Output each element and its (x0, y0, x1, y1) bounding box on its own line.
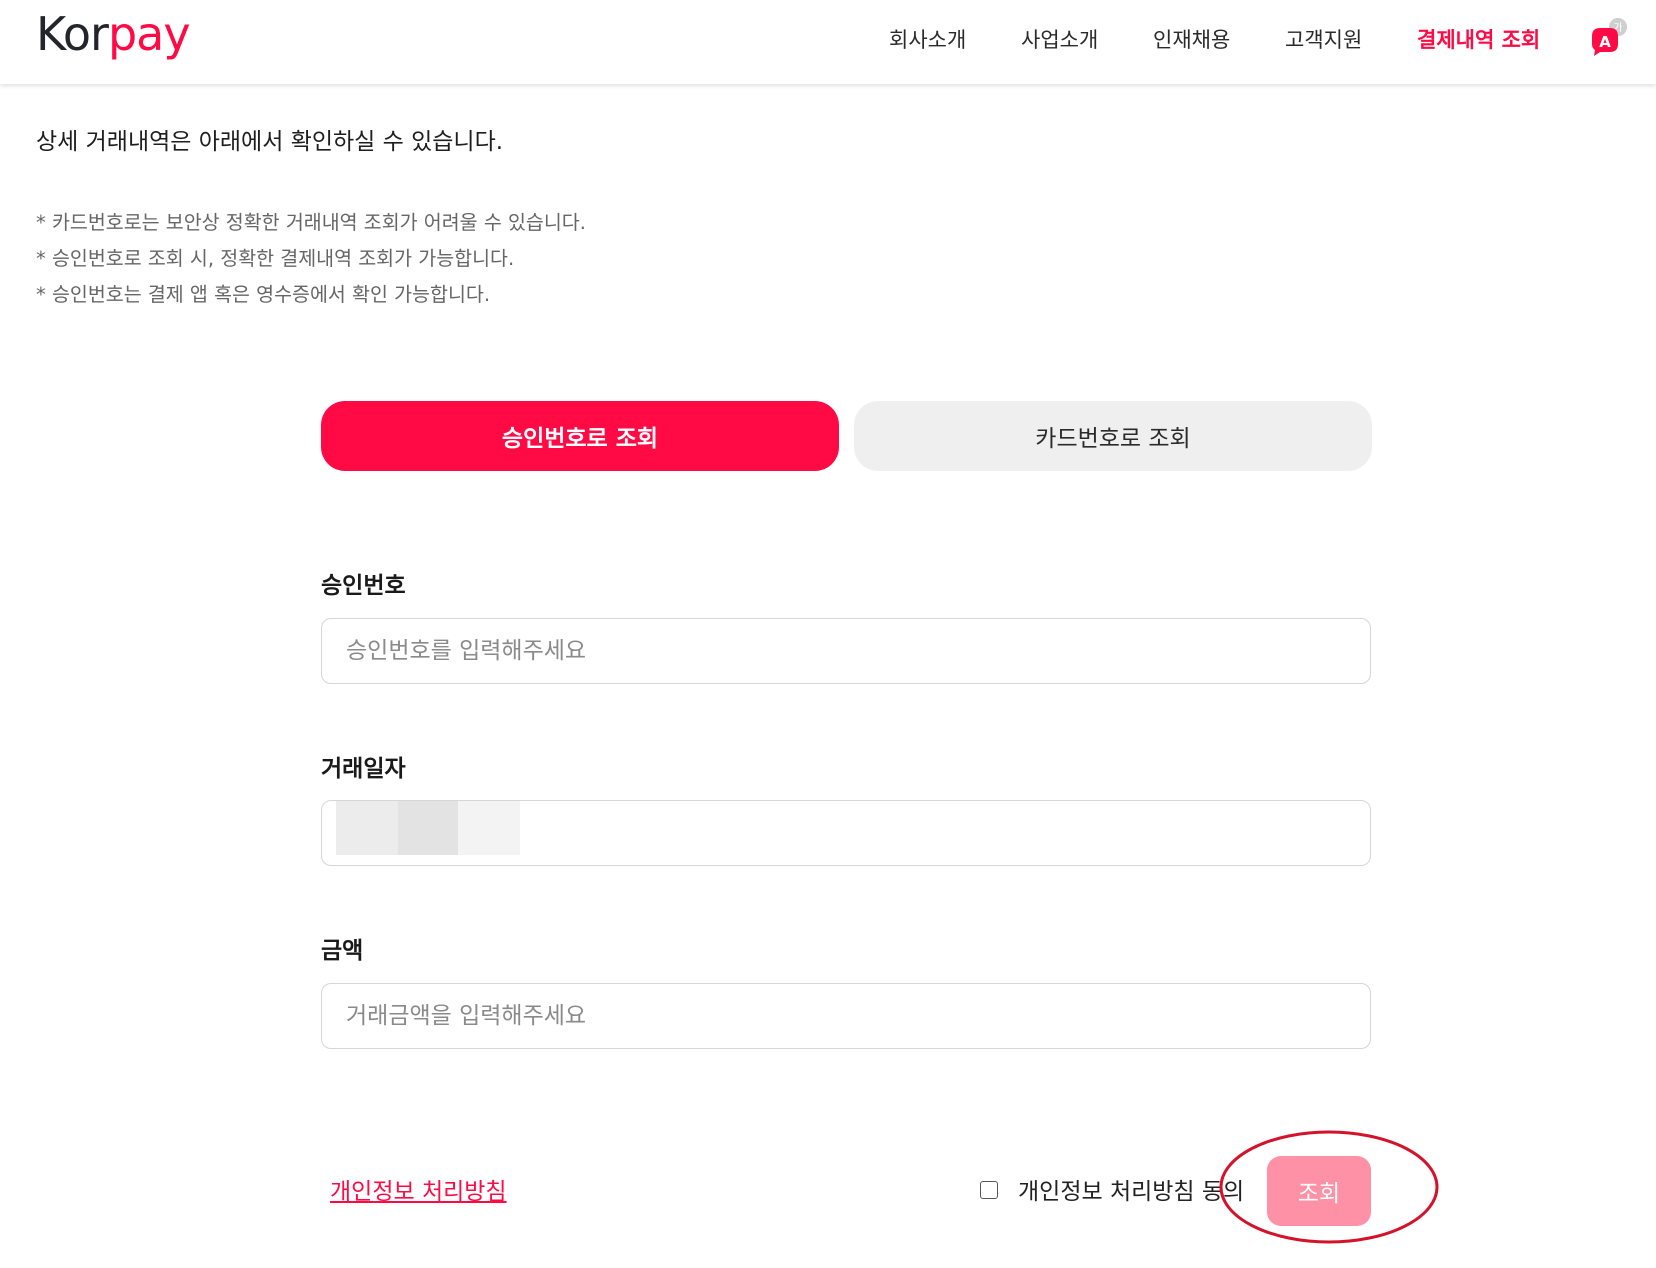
approval-number-label: 승인번호 (321, 573, 406, 599)
privacy-policy-link[interactable]: 개인정보 처리방침 (330, 1172, 507, 1206)
transaction-date-input[interactable] (321, 800, 1371, 866)
note-approval-lookup: * 승인번호로 조회 시, 정확한 결제내역 조회가 가능합니다. (36, 247, 515, 270)
tab-card-number[interactable]: 카드번호로 조회 (854, 401, 1372, 471)
nav-support[interactable]: 고객지원 (1285, 26, 1362, 54)
blur-segment (398, 801, 458, 855)
note-approval-source: * 승인번호는 결제 앱 혹은 영수증에서 확인 가능합니다. (36, 283, 491, 306)
translate-glyph: A (1599, 33, 1611, 51)
korpay-logo[interactable]: Korpay (36, 6, 191, 62)
nav-business[interactable]: 사업소개 (1021, 26, 1098, 54)
transaction-date-label: 거래일자 (321, 756, 406, 782)
privacy-agree-checkbox[interactable] (980, 1181, 998, 1199)
approval-number-input[interactable] (321, 618, 1371, 684)
nav-company[interactable]: 회사소개 (889, 26, 966, 54)
nav-payment-history[interactable]: 결제내역 조회 (1417, 26, 1540, 54)
transaction-date-value-blurred (336, 801, 542, 855)
intro-text: 상세 거래내역은 아래에서 확인하실 수 있습니다. (36, 129, 504, 155)
translate-icon[interactable]: 가 A (1588, 16, 1632, 58)
blur-segment (458, 801, 520, 855)
nav-careers[interactable]: 인재채용 (1153, 26, 1230, 54)
logo-text-kor: Kor (36, 7, 109, 61)
site-header: Korpay 회사소개 사업소개 인재채용 고객지원 결제내역 조회 가 A (0, 0, 1656, 84)
tab-approval-number[interactable]: 승인번호로 조회 (321, 401, 839, 471)
note-card-number: * 카드번호로는 보안상 정확한 거래내역 조회가 어려울 수 있습니다. (36, 211, 586, 234)
submit-button[interactable]: 조회 (1267, 1156, 1371, 1226)
logo-text-pay: pay (107, 7, 191, 61)
amount-label: 금액 (321, 938, 364, 964)
privacy-agree-label[interactable]: 개인정보 처리방침 동의 (1018, 1172, 1244, 1206)
amount-input[interactable] (321, 983, 1371, 1049)
blur-segment (336, 801, 398, 855)
